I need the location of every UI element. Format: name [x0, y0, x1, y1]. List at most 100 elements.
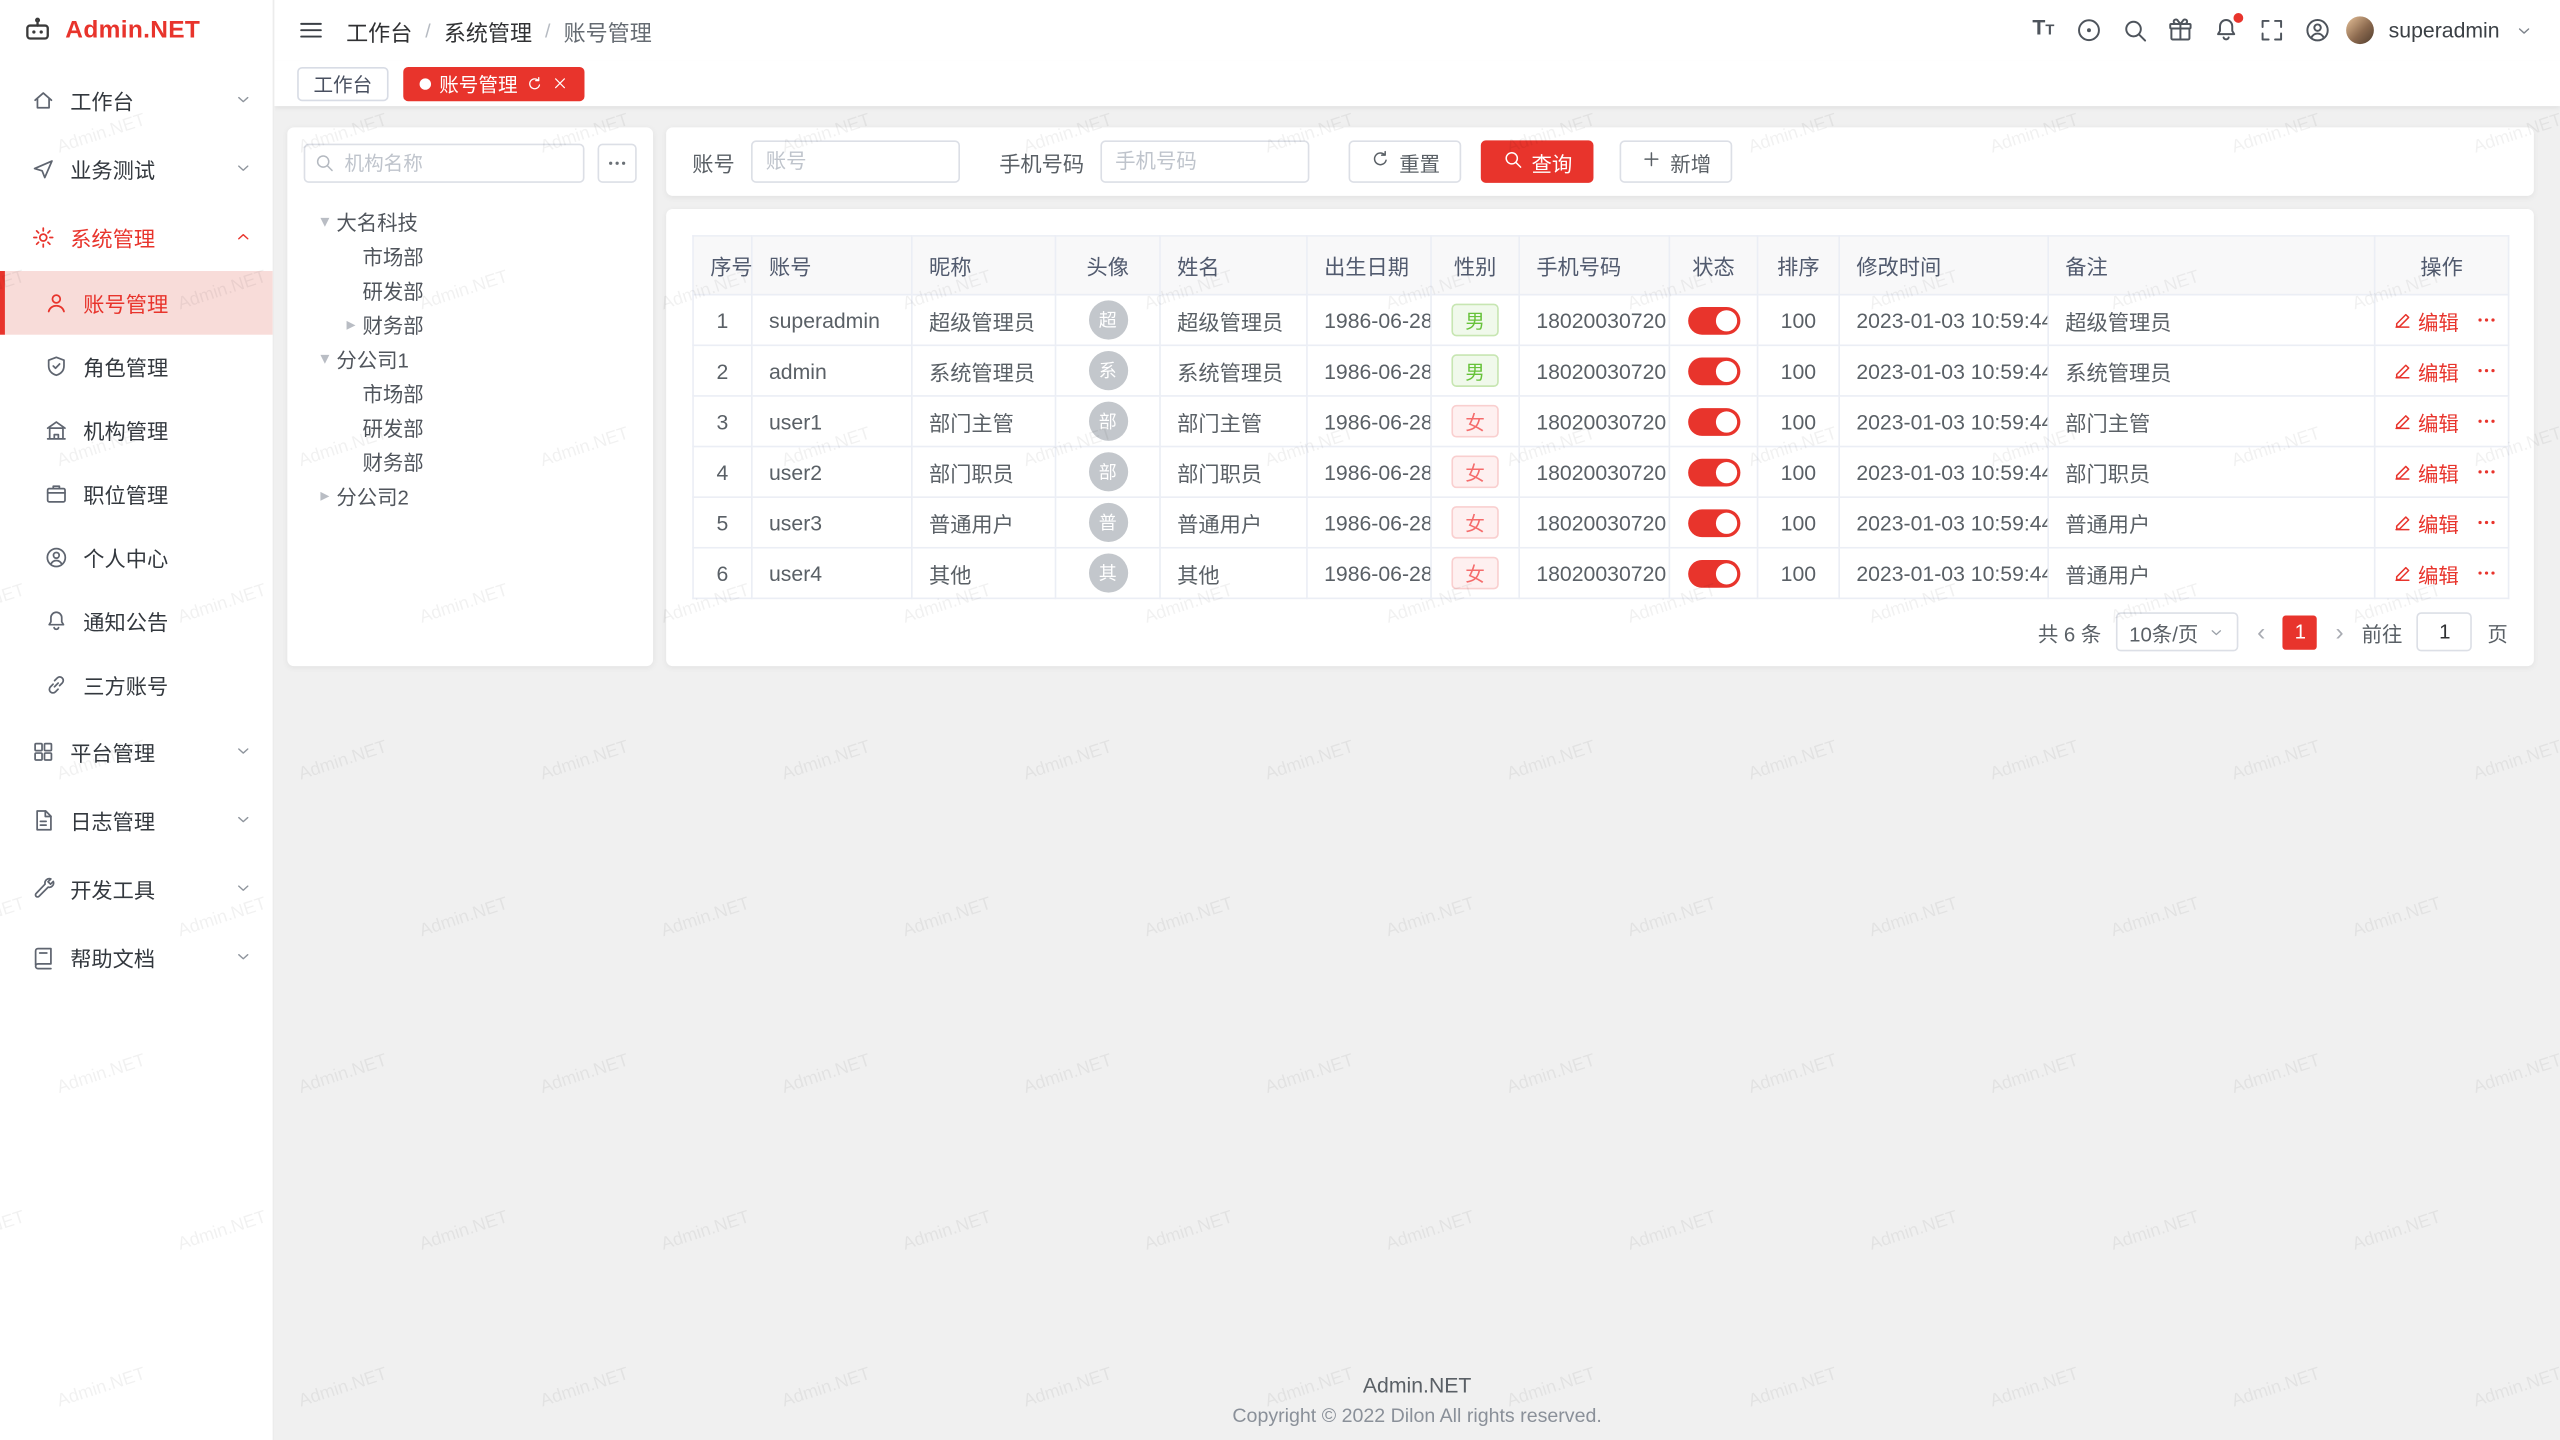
- chevron-down-icon[interactable]: [2514, 20, 2534, 40]
- tree-node-3[interactable]: ▸财务部: [304, 307, 637, 341]
- username[interactable]: superadmin: [2389, 18, 2500, 42]
- tree-node-0[interactable]: ▾大名科技: [304, 204, 637, 238]
- sidebar-item-4[interactable]: 日志管理: [0, 785, 273, 854]
- menu-toggle-icon[interactable]: [297, 16, 325, 44]
- add-button[interactable]: 新增: [1620, 140, 1733, 182]
- user-avatar[interactable]: [2346, 16, 2374, 44]
- cell-account: user2: [752, 447, 912, 498]
- tree-node-label: 大名科技: [336, 206, 418, 237]
- row-more-button[interactable]: [2475, 460, 2498, 483]
- sidebar-item-3[interactable]: 平台管理: [0, 717, 273, 786]
- edit-button[interactable]: 编辑: [2392, 304, 2459, 335]
- sidebar-item-2[interactable]: 系统管理: [0, 202, 273, 271]
- gift-icon[interactable]: [2167, 16, 2195, 44]
- sidebar-subitem-2-4[interactable]: 个人中心: [0, 526, 273, 590]
- row-more-button[interactable]: [2475, 359, 2498, 382]
- column-header-gender[interactable]: 性别: [1431, 236, 1519, 295]
- tab-refresh-button[interactable]: [526, 74, 544, 92]
- edit-button[interactable]: 编辑: [2392, 558, 2459, 589]
- column-header-birthday[interactable]: 出生日期: [1307, 236, 1431, 295]
- column-header-nickname[interactable]: 昵称: [912, 236, 1056, 295]
- row-more-button[interactable]: [2475, 309, 2498, 332]
- column-header-name[interactable]: 姓名: [1160, 236, 1307, 295]
- phone-input[interactable]: [1100, 140, 1309, 182]
- column-header-order[interactable]: 排序: [1758, 236, 1840, 295]
- org-search-input[interactable]: [304, 144, 585, 183]
- cell-account: superadmin: [752, 295, 912, 346]
- explore-icon[interactable]: [2075, 16, 2103, 44]
- tree-node-6[interactable]: 研发部: [304, 410, 637, 444]
- account-input[interactable]: [751, 140, 960, 182]
- tab-0[interactable]: 工作台: [297, 66, 388, 100]
- tree-node-1[interactable]: 市场部: [304, 238, 637, 272]
- tab-close-button[interactable]: [552, 75, 568, 91]
- fullscreen-icon[interactable]: [2258, 16, 2286, 44]
- tree-node-2[interactable]: 研发部: [304, 273, 637, 307]
- caret-right-icon[interactable]: ▸: [340, 313, 363, 334]
- row-more-button[interactable]: [2475, 410, 2498, 433]
- edit-button[interactable]: 编辑: [2392, 456, 2459, 487]
- cell-remark: 系统管理员: [2048, 345, 2375, 396]
- column-header-modified[interactable]: 修改时间: [1839, 236, 2048, 295]
- sidebar-item-0[interactable]: 工作台: [0, 65, 273, 134]
- bell-icon[interactable]: [2212, 16, 2240, 44]
- cell-name: 部门职员: [1160, 447, 1307, 498]
- sidebar-subitem-2-3[interactable]: 职位管理: [0, 462, 273, 526]
- font-size-icon[interactable]: TT: [2029, 16, 2057, 44]
- edit-button[interactable]: 编辑: [2392, 355, 2459, 386]
- page-size-select[interactable]: 10条/页: [2116, 612, 2239, 651]
- tree-node-8[interactable]: ▸分公司2: [304, 478, 637, 512]
- tree-node-5[interactable]: 市场部: [304, 376, 637, 410]
- row-more-button[interactable]: [2475, 562, 2498, 585]
- sidebar-subitem-2-0[interactable]: 账号管理: [0, 271, 273, 335]
- next-page-button[interactable]: ›: [2332, 620, 2347, 644]
- page-1-button[interactable]: 1: [2283, 615, 2317, 649]
- status-toggle[interactable]: [1687, 509, 1739, 537]
- edit-button[interactable]: 编辑: [2392, 507, 2459, 538]
- profile-icon[interactable]: [2304, 16, 2332, 44]
- row-more-button[interactable]: [2475, 511, 2498, 534]
- column-header-index[interactable]: 序号: [693, 236, 752, 295]
- breadcrumb-item-system[interactable]: 系统管理: [444, 14, 532, 47]
- accounts-table-wrap: 序号账号昵称头像姓名出生日期性别手机号码状态排序修改时间备注操作1superad…: [692, 235, 2508, 599]
- sidebar-subitem-2-2[interactable]: 机构管理: [0, 398, 273, 462]
- table-row-0: 1superadmin超级管理员超超级管理员1986-06-28男1802003…: [693, 295, 2509, 346]
- main-content: ▾大名科技市场部研发部▸财务部▾分公司1市场部研发部财务部▸分公司2 账号 手机…: [274, 106, 2560, 1440]
- sidebar-subitem-2-6[interactable]: 三方账号: [0, 653, 273, 717]
- column-header-phone[interactable]: 手机号码: [1519, 236, 1669, 295]
- breadcrumb-item-workbench[interactable]: 工作台: [346, 14, 412, 47]
- column-header-actions[interactable]: 操作: [2375, 236, 2509, 295]
- tabs-bar: 工作台账号管理: [274, 60, 2560, 106]
- status-toggle[interactable]: [1687, 357, 1739, 385]
- sidebar-subitem-2-5[interactable]: 通知公告: [0, 589, 273, 653]
- cell-remark: 普通用户: [2048, 497, 2375, 548]
- column-header-remark[interactable]: 备注: [2048, 236, 2375, 295]
- column-header-status[interactable]: 状态: [1669, 236, 1757, 295]
- sidebar-item-1[interactable]: 业务测试: [0, 134, 273, 203]
- column-header-account[interactable]: 账号: [752, 236, 912, 295]
- prev-page-button[interactable]: ‹: [2254, 620, 2269, 644]
- status-toggle[interactable]: [1687, 407, 1739, 435]
- column-header-avatar[interactable]: 头像: [1056, 236, 1160, 295]
- caret-down-icon[interactable]: ▾: [313, 211, 336, 232]
- caret-right-icon[interactable]: ▸: [313, 485, 336, 506]
- sidebar-item-6[interactable]: 帮助文档: [0, 922, 273, 991]
- goto-page-input[interactable]: [2417, 612, 2473, 651]
- tree-more-button[interactable]: [598, 144, 637, 183]
- edit-button[interactable]: 编辑: [2392, 406, 2459, 437]
- status-toggle[interactable]: [1687, 306, 1739, 334]
- sidebar-item-5[interactable]: 开发工具: [0, 854, 273, 923]
- search-icon[interactable]: [2121, 16, 2149, 44]
- sidebar-subitem-2-1[interactable]: 角色管理: [0, 335, 273, 399]
- tree-node-7[interactable]: 财务部: [304, 444, 637, 478]
- search-button[interactable]: 查询: [1481, 140, 1594, 182]
- caret-down-icon[interactable]: ▾: [313, 348, 336, 369]
- reset-button[interactable]: 重置: [1349, 140, 1462, 182]
- chevron-up-icon: [233, 227, 253, 247]
- tree-node-4[interactable]: ▾分公司1: [304, 341, 637, 375]
- status-toggle[interactable]: [1687, 458, 1739, 486]
- status-toggle[interactable]: [1687, 559, 1739, 587]
- tab-1[interactable]: 账号管理: [403, 66, 584, 100]
- app-logo[interactable]: Admin.NET: [0, 0, 273, 60]
- add-label: 新增: [1670, 146, 1711, 177]
